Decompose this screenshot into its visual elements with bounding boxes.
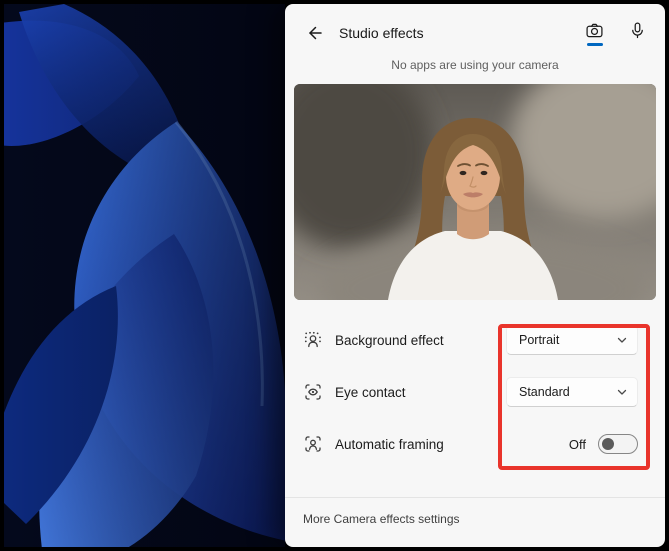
screenshot-root: Studio effects No apps are using your ca… [0,0,669,551]
automatic-framing-row: Automatic framing Off [285,418,665,470]
automatic-framing-toggle[interactable] [598,434,638,454]
wallpaper-bloom-art [4,4,285,547]
background-effect-value: Portrait [519,333,560,347]
microphone-icon [632,21,643,38]
panel-title: Studio effects [339,25,424,41]
chevron-down-icon [616,386,628,398]
camera-icon [586,23,603,37]
automatic-framing-label: Automatic framing [335,436,444,452]
camera-tab[interactable] [585,21,604,46]
microphone-tab[interactable] [628,21,647,40]
eye-contact-dropdown[interactable]: Standard [506,377,638,407]
panel-footer: More Camera effects settings [285,497,665,547]
eye-contact-label: Eye contact [335,384,406,400]
eye-contact-row: Eye contact Standard [285,366,665,418]
background-effect-label: Background effect [335,332,444,348]
effects-settings-list: Background effect Portrait Eye contact S… [285,314,665,470]
desktop-wallpaper [4,4,285,547]
back-arrow-icon [309,26,322,40]
background-effect-dropdown[interactable]: Portrait [506,325,638,355]
camera-preview [294,84,656,300]
more-camera-effects-settings-link[interactable]: More Camera effects settings [303,512,460,526]
camera-preview-feed [294,84,656,300]
background-effect-icon [303,330,323,350]
panel-header: Studio effects [303,20,647,46]
active-tab-indicator [586,42,603,46]
studio-effects-panel: Studio effects No apps are using your ca… [285,4,665,547]
camera-status-text: No apps are using your camera [391,58,559,72]
eye-contact-value: Standard [519,385,570,399]
back-button[interactable] [303,21,327,45]
chevron-down-icon [616,334,628,346]
automatic-framing-icon [303,434,323,454]
eye-contact-icon [303,382,323,402]
toggle-knob [602,438,614,450]
automatic-framing-state-label: Off [568,436,586,452]
header-tabs [585,21,647,46]
background-effect-row: Background effect Portrait [285,314,665,366]
